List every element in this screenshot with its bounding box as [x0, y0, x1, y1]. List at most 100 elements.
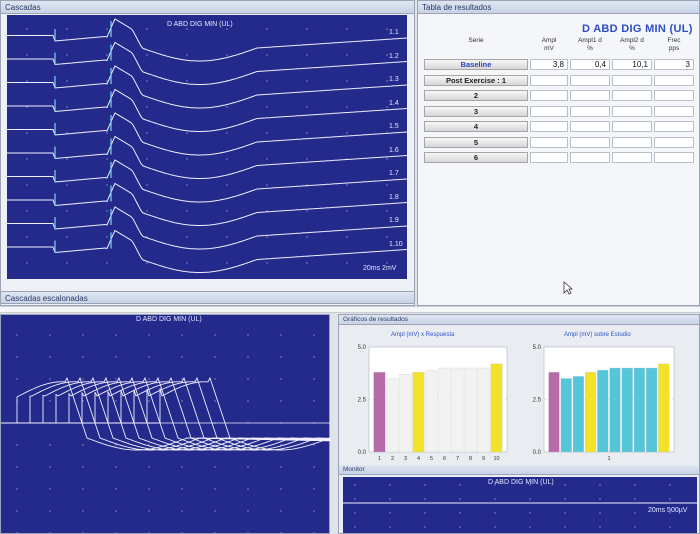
cascade-trace [7, 182, 407, 226]
mouse-cursor-icon [563, 281, 573, 295]
bar [633, 367, 645, 453]
series-row-button[interactable]: 5 [424, 136, 528, 148]
trace-label: 1.9 [389, 217, 399, 224]
trace-label: 1.2 [389, 52, 399, 60]
trace-label: 1.8 [389, 193, 399, 201]
x-tick-label: 1 [378, 456, 381, 462]
bar [621, 367, 633, 453]
series-row-button[interactable]: 4 [424, 121, 528, 132]
escalonadas-trace-area[interactable]: D ABD DIG MIN (UL) [0, 314, 331, 534]
trace-label: 1.10 [389, 240, 403, 248]
x-tick-label: 6 [443, 456, 446, 462]
bar [658, 363, 670, 453]
table-header: Ampl2 d % [620, 37, 644, 52]
cascade-trace [7, 41, 407, 85]
table-cell [530, 136, 568, 148]
monitor-trace-title: D ABD DIG MIN (UL) [488, 479, 554, 486]
table-cell: 3 [654, 59, 694, 70]
bar [585, 372, 597, 453]
table-header: Ampl1 d % [578, 37, 602, 52]
series-row-button[interactable]: Baseline [424, 59, 528, 70]
cascade-trace [7, 135, 407, 179]
cascade-trace [7, 206, 407, 250]
table-cell [530, 90, 568, 101]
monitor-scale-label: 20ms 500µV [648, 507, 688, 514]
table-cell [570, 74, 610, 86]
section-divider [0, 306, 700, 313]
table-cell [530, 121, 568, 132]
tabla-panel-title: Tabla de resultados [418, 1, 699, 14]
escalonadas-panel-title: Cascadas escalonadas [1, 291, 414, 304]
table-cell [654, 90, 694, 101]
y-tick-label: 5.0 [358, 345, 367, 351]
escalonadas-traces [1, 334, 331, 534]
table-cell [612, 90, 652, 101]
y-tick-label: 5.0 [533, 345, 542, 351]
table-cell [570, 105, 610, 117]
monitor-trace-area[interactable]: D ABD DIG MIN (UL) 20ms 500µV [343, 477, 697, 533]
y-tick-label: 0.0 [533, 450, 542, 456]
x-tick-label: 7 [456, 456, 459, 462]
stair-trace [1, 376, 331, 451]
series-row-button[interactable]: 2 [424, 90, 528, 101]
table-cell: 10,1 [612, 59, 652, 70]
cascadas-trace-area[interactable]: D ABD DIG MIN (UL) 1.1 1.2 1.3 1.4 1.5 1.6 1.7… [7, 15, 407, 279]
cascadas-scale-label: 20ms 2mV [363, 265, 397, 272]
table-cell [612, 152, 652, 163]
graficos-panel: Gráficos de resultados Ampl (mV) x Respu… [338, 314, 700, 534]
table-cell [530, 105, 568, 117]
table-cell [570, 90, 610, 101]
table-cell [570, 121, 610, 132]
bar [464, 367, 477, 453]
table-header: Serie [468, 37, 484, 44]
bar [399, 374, 412, 453]
table-cell: 3,8 [530, 59, 568, 70]
x-tick-label: 2 [391, 456, 394, 462]
trace-label: 1.3 [389, 76, 399, 83]
cascade-trace [7, 159, 407, 203]
table-cell [570, 136, 610, 148]
series-row-button[interactable]: 3 [424, 105, 528, 117]
series-row-button[interactable]: Post Exercise : 1 [424, 74, 528, 86]
table-cell [530, 152, 568, 163]
trace-label: 1.4 [389, 99, 399, 107]
bar [477, 367, 490, 453]
bar [609, 367, 621, 453]
bar [386, 378, 399, 453]
y-tick-label: 2.5 [533, 398, 542, 404]
x-tick-label: 8 [469, 456, 472, 462]
bar [548, 372, 560, 453]
cascadas-panel: Cascadas D ABD DIG MIN (UL) 1.1 1.2 1.3 1.4… [0, 0, 415, 306]
trace-label: 1.5 [389, 123, 399, 130]
bar [451, 367, 464, 453]
bar [373, 372, 386, 453]
x-tick-label: 10 [493, 456, 499, 462]
table-cell [612, 105, 652, 117]
tabla-title: D ABD DIG MIN (UL) [582, 23, 693, 35]
cascade-trace [7, 112, 407, 156]
x-tick-label: 5 [430, 456, 433, 462]
monitor-panel-title: Monitor [339, 465, 699, 475]
table-cell [654, 74, 694, 86]
x-tick-label: 1 [607, 456, 610, 462]
trace-label: 1.6 [389, 146, 399, 154]
trace-label: 1.1 [389, 29, 399, 36]
bar [572, 376, 584, 453]
table-header: Frec pps [667, 37, 681, 52]
bar [560, 378, 572, 453]
cascadas-trace-title: D ABD DIG MIN (UL) [167, 21, 233, 28]
x-tick-label: 4 [417, 456, 420, 462]
table-cell [612, 136, 652, 148]
table-cell [654, 152, 694, 163]
table-cell [654, 121, 694, 132]
table-cell: 0,4 [570, 59, 610, 70]
y-tick-label: 0.0 [358, 450, 367, 456]
table-cell [612, 121, 652, 132]
cascadas-panel-title: Cascadas [1, 1, 414, 14]
tabla-panel: Tabla de resultados D ABD DIG MIN (UL) S… [417, 0, 700, 306]
cascade-trace [7, 88, 407, 132]
bar [490, 363, 503, 453]
table-header: Ampl mV [541, 37, 557, 52]
series-row-button[interactable]: 6 [424, 152, 528, 163]
cascadas-traces [7, 18, 407, 273]
